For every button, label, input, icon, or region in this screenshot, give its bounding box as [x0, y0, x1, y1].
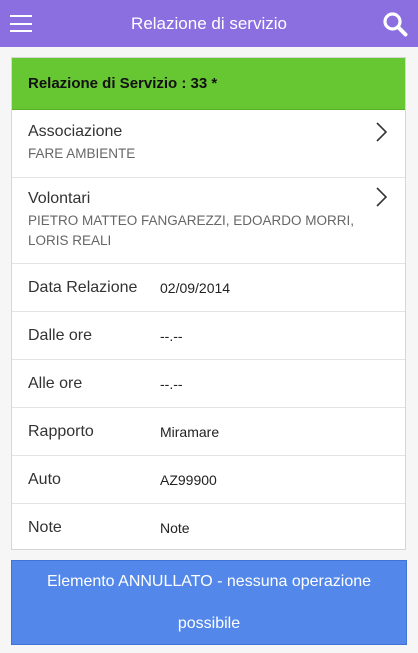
- associazione-row[interactable]: Associazione FARE AMBIENTE: [12, 110, 405, 178]
- field-value: Note: [160, 520, 190, 536]
- page-title: Relazione di servizio: [131, 13, 287, 33]
- field-value: --.--: [160, 375, 183, 392]
- volontari-row[interactable]: Volontari PIETRO MATTEO FANGAREZZI, EDOA…: [12, 178, 405, 264]
- field-value: --.--: [160, 327, 183, 344]
- field-row-data-relazione: Data Relazione 02/09/2014: [12, 264, 405, 312]
- field-row-note: Note Note: [12, 504, 405, 552]
- field-value: Miramare: [160, 423, 220, 440]
- field-row-alle-ore: Alle ore --.--: [12, 360, 405, 408]
- field-label: Auto: [28, 470, 61, 488]
- search-icon[interactable]: [382, 11, 408, 37]
- field-row-auto: Auto AZ99900: [12, 456, 405, 504]
- field-label: Data Relazione: [28, 278, 138, 296]
- report-title: Relazione di Servizio : 33 *: [12, 58, 405, 110]
- field-value: 02/09/2014: [160, 279, 231, 296]
- associazione-value: FARE AMBIENTE: [28, 146, 136, 161]
- field-label: Dalle ore: [28, 326, 93, 344]
- field-row-rapporto: Rapporto Miramare: [12, 408, 405, 456]
- volontari-label: Volontari: [28, 190, 91, 207]
- chevron-right-icon: [376, 187, 387, 207]
- menu-icon[interactable]: [10, 15, 32, 32]
- associazione-label: Associazione: [28, 123, 123, 140]
- field-value: AZ99900: [160, 471, 217, 488]
- top-app-bar: Relazione di servizio: [0, 0, 418, 47]
- cancelled-status-button[interactable]: Elemento ANNULLATO - nessuna operazione …: [11, 560, 407, 645]
- report-card: Relazione di Servizio : 33 * Associazion…: [11, 57, 406, 550]
- chevron-right-icon: [376, 122, 387, 142]
- field-label: Rapporto: [28, 422, 94, 440]
- field-label: Alle ore: [28, 374, 83, 392]
- field-row-dalle-ore: Dalle ore --.--: [12, 312, 405, 360]
- volontari-value: PIETRO MATTEO FANGAREZZI, EDOARDO MORRI,…: [28, 213, 355, 248]
- field-label: Note: [28, 519, 62, 536]
